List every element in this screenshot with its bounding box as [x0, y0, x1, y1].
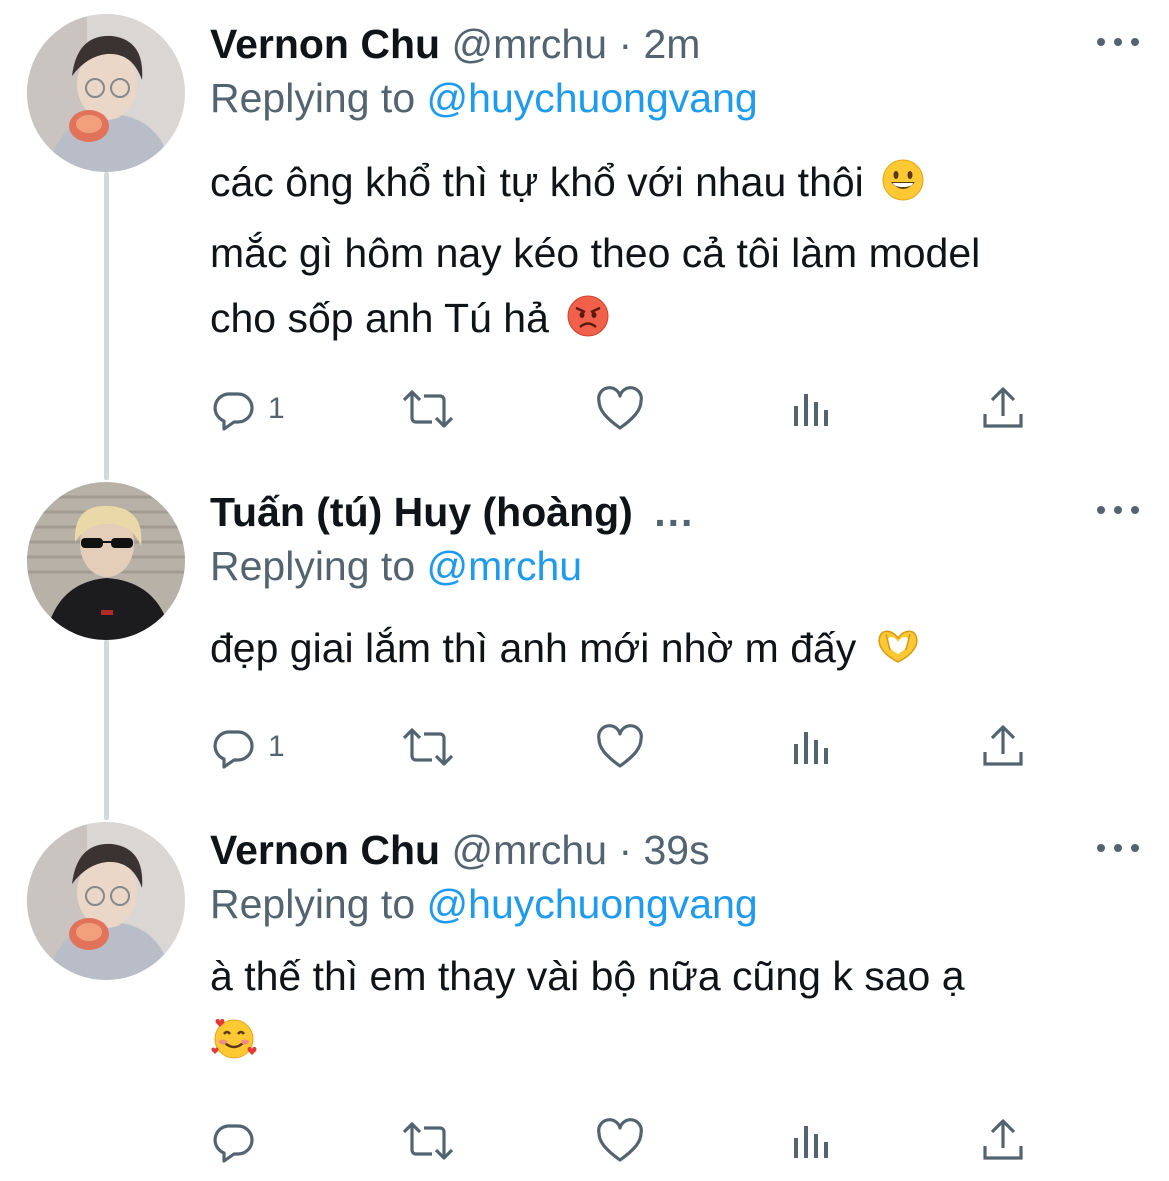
reply-count: 1: [268, 730, 285, 763]
analytics-icon: [794, 394, 828, 426]
reply-icon: [213, 730, 254, 769]
avatar[interactable]: [27, 14, 185, 172]
like-button[interactable]: [596, 722, 644, 772]
analytics-icon: [794, 732, 828, 764]
replying-label: Replying to: [210, 881, 416, 927]
smiling-face-with-hearts-emoji: [210, 1015, 258, 1080]
like-button[interactable]: [596, 384, 644, 434]
tweet-actions: 1: [210, 722, 1040, 772]
replying-label: Replying to: [210, 543, 416, 589]
retweet-icon: [402, 1122, 454, 1160]
display-name[interactable]: Vernon Chu: [210, 827, 440, 873]
grinning-face-emoji: [881, 156, 925, 221]
tweet-actions: 1: [210, 384, 1040, 434]
name-truncation: ...: [654, 489, 695, 535]
reply-count: 1: [268, 392, 285, 425]
text-line: các ông khổ thì tự khổ với nhau thôi: [210, 150, 1140, 221]
tweet[interactable]: Tuấn (tú) Huy (hoàng) ... Replying to @m…: [0, 470, 1169, 810]
share-icon: [983, 725, 1023, 766]
analytics-button[interactable]: [790, 1116, 834, 1166]
user-handle[interactable]: @mrchu: [451, 827, 607, 873]
avatar[interactable]: [27, 482, 185, 640]
tweet-text: các ông khổ thì tự khổ với nhau thôi mắc…: [210, 150, 1140, 357]
text-line-content: đẹp giai lắm thì anh mới nhờ m đấy: [210, 625, 857, 671]
like-icon: [597, 386, 643, 430]
pouting-face-emoji: [566, 292, 610, 357]
replying-label: Replying to: [210, 75, 416, 121]
analytics-button[interactable]: [790, 722, 834, 772]
timestamp[interactable]: 39s: [644, 827, 710, 873]
tweet-header: Vernon Chu @mrchu · 39s: [210, 826, 1079, 874]
text-line: à thế thì em thay vài bộ nữa cũng k sao …: [210, 944, 1140, 1009]
separator: ·: [618, 21, 633, 67]
mention-link[interactable]: @huychuongvang: [427, 881, 758, 927]
more-icon[interactable]: [1097, 500, 1139, 520]
mention-link[interactable]: @mrchu: [427, 543, 583, 589]
reply-icon: [213, 392, 254, 431]
analytics-button[interactable]: [790, 384, 834, 434]
analytics-icon: [794, 1126, 828, 1158]
avatar[interactable]: [27, 822, 185, 980]
tweet-actions: [210, 1116, 1040, 1166]
tweet-text: đẹp giai lắm thì anh mới nhờ m đấy: [210, 616, 1140, 687]
reply-icon: [213, 1124, 254, 1163]
like-icon: [597, 1118, 643, 1162]
user-handle[interactable]: @mrchu: [451, 21, 607, 67]
replying-to: Replying to @huychuongvang: [210, 74, 758, 122]
share-button[interactable]: [980, 384, 1026, 434]
retweet-button[interactable]: [400, 384, 456, 434]
tweet[interactable]: Vernon Chu @mrchu · 2m Replying to @huyc…: [0, 0, 1169, 470]
more-icon[interactable]: [1097, 838, 1139, 858]
mention-link[interactable]: @huychuongvang: [427, 75, 758, 121]
share-button[interactable]: [980, 722, 1026, 772]
like-button[interactable]: [596, 1116, 644, 1166]
display-name[interactable]: Vernon Chu: [210, 21, 440, 67]
heart-hands-emoji: [874, 622, 922, 687]
tweet-header: Tuấn (tú) Huy (hoàng) ...: [210, 488, 1079, 536]
text-line: đẹp giai lắm thì anh mới nhờ m đấy: [210, 616, 1140, 687]
retweet-button[interactable]: [400, 1116, 456, 1166]
replying-to: Replying to @huychuongvang: [210, 880, 758, 928]
text-line: cho sốp anh Tú hả: [210, 286, 1140, 357]
retweet-button[interactable]: [400, 722, 456, 772]
share-button[interactable]: [980, 1116, 1026, 1166]
tweet[interactable]: Vernon Chu @mrchu · 39s Replying to @huy…: [0, 810, 1169, 1181]
text-line-content: à thế thì em thay vài bộ nữa cũng k sao …: [210, 953, 965, 999]
text-line: mắc gì hôm nay kéo theo cả tôi làm model: [210, 221, 1140, 286]
retweet-icon: [402, 728, 454, 766]
reply-button[interactable]: [210, 1116, 268, 1166]
text-line-content: mắc gì hôm nay kéo theo cả tôi làm model: [210, 230, 981, 276]
tweet-text: à thế thì em thay vài bộ nữa cũng k sao …: [210, 944, 1140, 1080]
timestamp[interactable]: 2m: [644, 21, 701, 67]
text-line-content: cho sốp anh Tú hả: [210, 295, 549, 341]
like-icon: [597, 724, 643, 768]
replying-to: Replying to @mrchu: [210, 542, 582, 590]
text-line-content: các ông khổ thì tự khổ với nhau thôi: [210, 159, 864, 205]
text-line: [210, 1009, 1140, 1080]
share-icon: [983, 1119, 1023, 1160]
display-name[interactable]: Tuấn (tú) Huy (hoàng): [210, 489, 633, 535]
reply-button[interactable]: 1: [210, 722, 285, 772]
reply-button[interactable]: 1: [210, 384, 285, 434]
separator: ·: [618, 827, 633, 873]
retweet-icon: [402, 390, 454, 428]
tweet-header: Vernon Chu @mrchu · 2m: [210, 20, 1079, 68]
more-icon[interactable]: [1097, 32, 1139, 52]
share-icon: [983, 387, 1023, 428]
